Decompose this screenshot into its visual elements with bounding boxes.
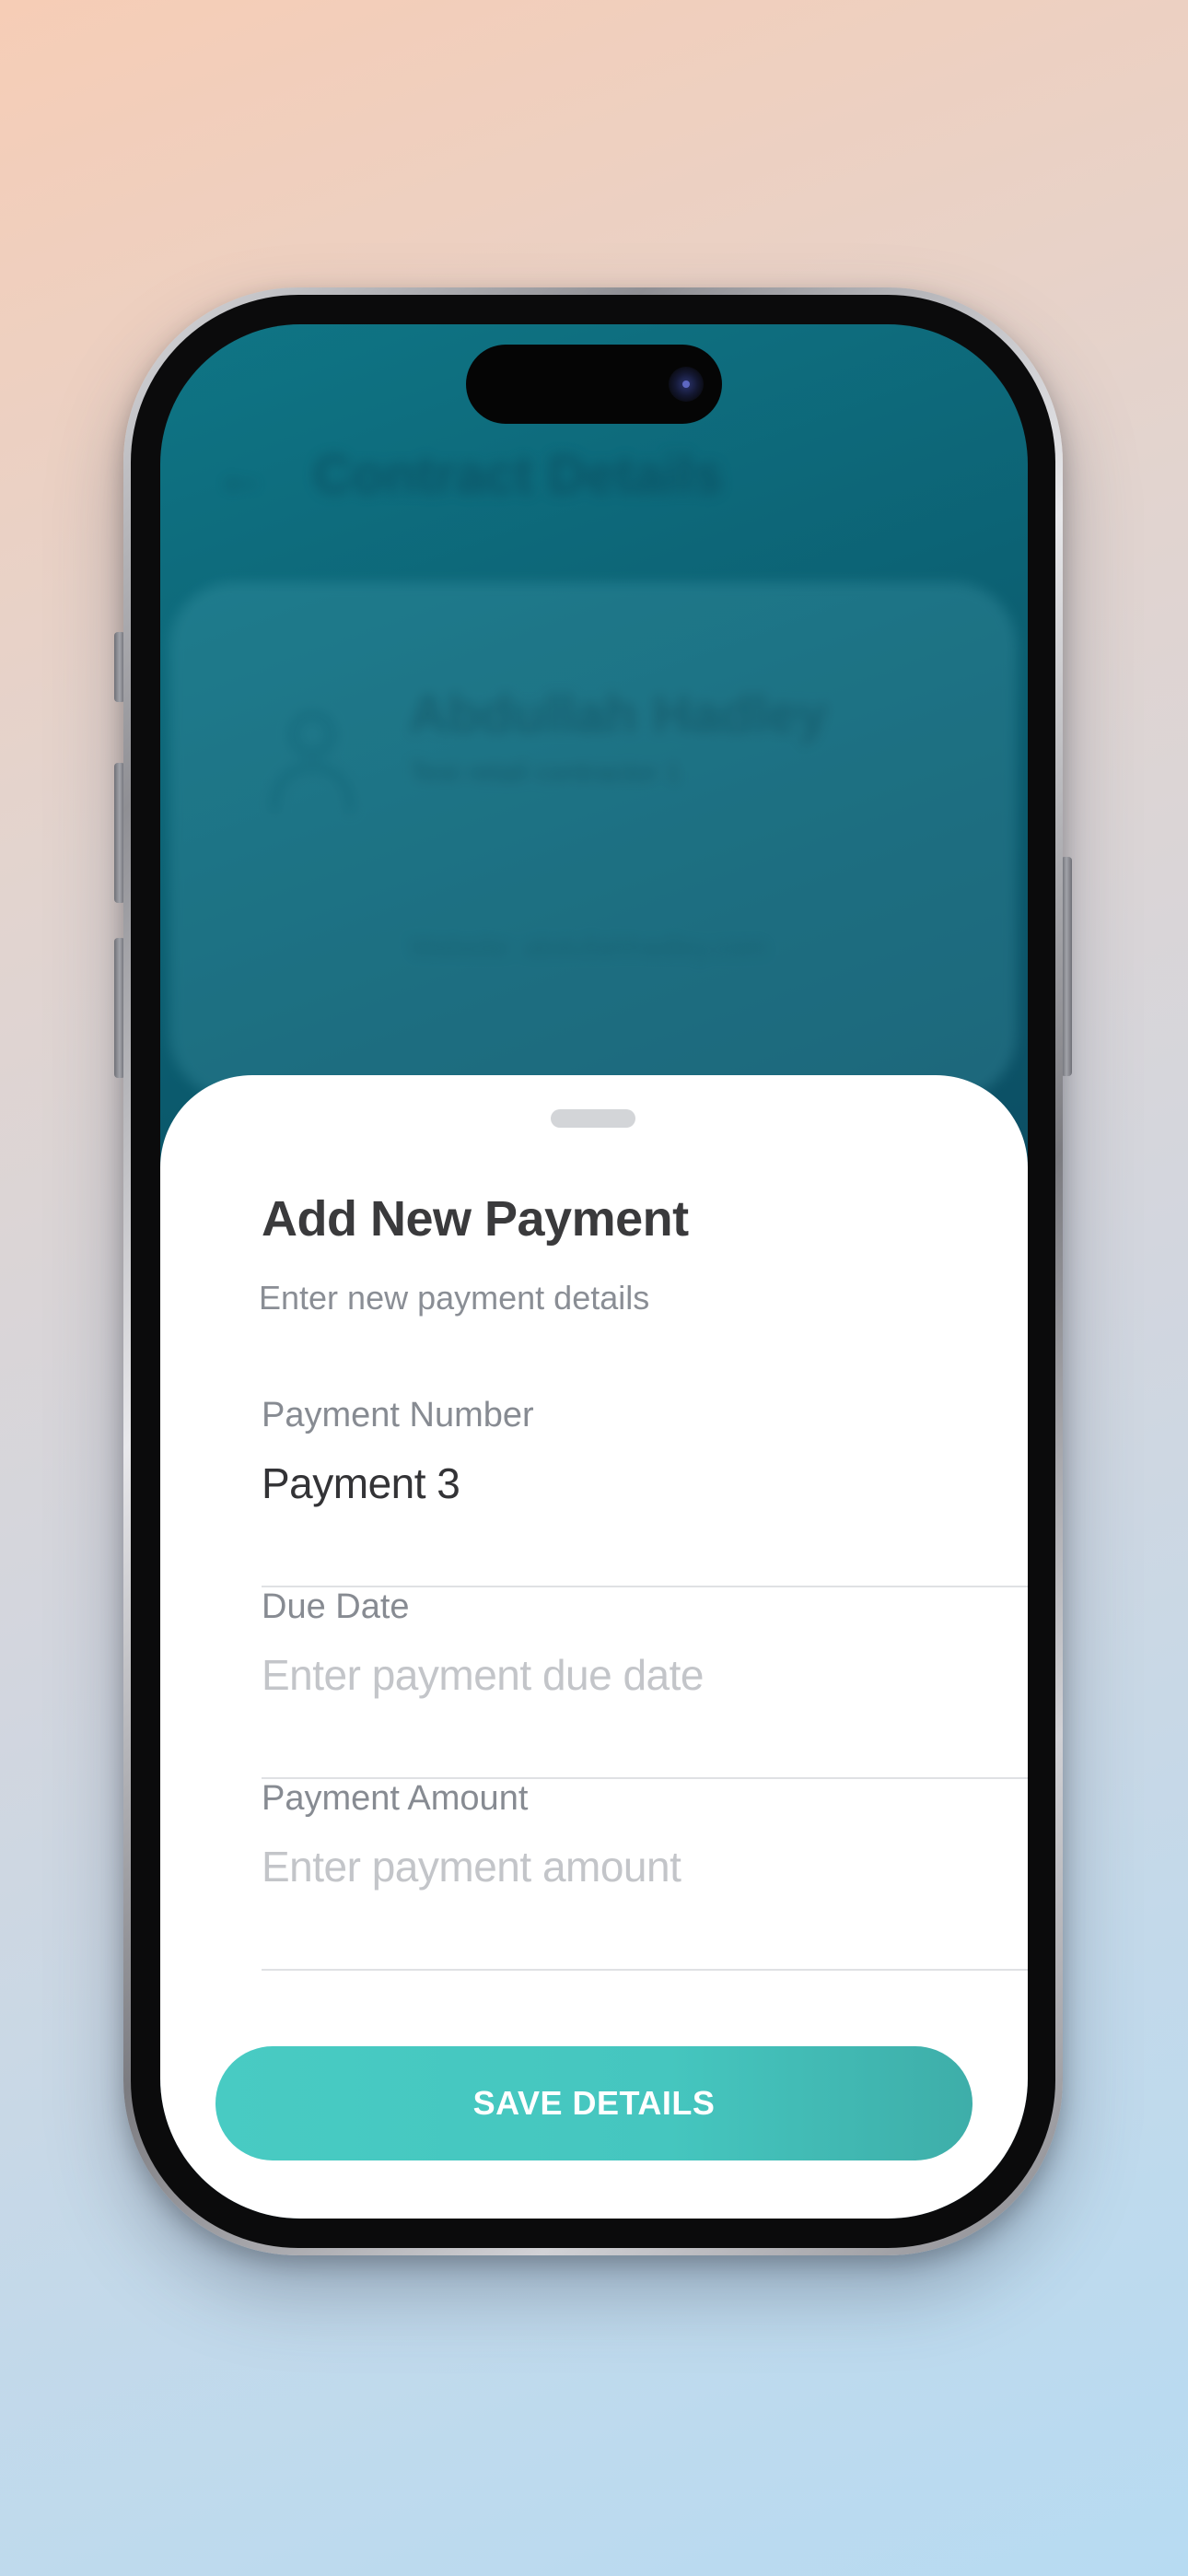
background-card-subtitle: Test retail contractor 1	[409, 757, 681, 788]
due-date-label: Due Date	[262, 1587, 410, 1626]
sheet-drag-handle[interactable]	[551, 1109, 635, 1128]
front-camera-icon	[669, 367, 704, 402]
payment-number-field: Payment Number	[262, 1396, 1028, 1587]
payment-amount-input[interactable]	[262, 1834, 980, 1899]
background-card-line: Website: abdullahhadley.com	[409, 932, 768, 963]
due-date-input[interactable]	[262, 1643, 980, 1707]
background-card-name: Abdullah Hadley	[409, 685, 828, 744]
payment-number-input[interactable]	[262, 1451, 980, 1516]
add-payment-sheet: Add New Payment Enter new payment detail…	[160, 1075, 1028, 2219]
background-page-title: Contract Details	[313, 445, 723, 505]
dynamic-island	[466, 345, 722, 424]
person-icon	[271, 711, 354, 813]
phone-screen: ← Contract Details Abdullah Hadley Test …	[160, 324, 1028, 2219]
sheet-subtitle: Enter new payment details	[259, 1279, 650, 1317]
background-contract-card: Abdullah Hadley Test retail contractor 1…	[169, 582, 1017, 1098]
arrow-left-icon: ←	[215, 445, 267, 504]
payment-amount-label: Payment Amount	[262, 1779, 529, 1818]
background-header: ← Contract Details	[215, 444, 723, 506]
due-date-field: Due Date	[262, 1587, 1028, 1779]
payment-amount-field: Payment Amount	[262, 1779, 1028, 1971]
sheet-title: Add New Payment	[262, 1191, 689, 1247]
save-details-button[interactable]: SAVE DETAILS	[215, 2046, 973, 2160]
payment-number-label: Payment Number	[262, 1396, 534, 1434]
